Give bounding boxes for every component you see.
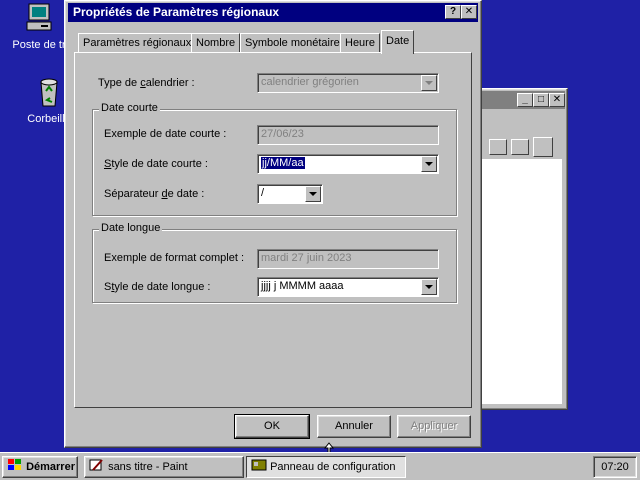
date-separator-combo[interactable]: /: [257, 184, 323, 204]
ok-button[interactable]: OK: [234, 414, 310, 439]
paint-icon: [89, 459, 103, 471]
taskbar-item-control-panel[interactable]: Panneau de configuration: [246, 456, 406, 478]
minimize-button[interactable]: _: [517, 93, 533, 107]
date-separator-label: Séparateur de date :: [104, 188, 205, 200]
close-button[interactable]: ✕: [461, 5, 477, 19]
background-window[interactable]: _ □ ✕: [476, 88, 568, 410]
date-separator-value: /: [261, 187, 265, 199]
view-large-icons-button[interactable]: [489, 139, 507, 155]
calendar-type-value: calendrier grégorien: [261, 76, 359, 88]
chevron-down-icon[interactable]: [421, 279, 437, 295]
tab-regional-settings[interactable]: Paramètres régionaux: [78, 33, 197, 53]
long-date-example-label: Exemple de format complet :: [104, 252, 245, 264]
background-window-titlebar[interactable]: _ □ ✕: [479, 91, 565, 109]
long-date-example-field: mardi 27 juin 2023: [257, 249, 439, 269]
short-date-example-value: 27/06/23: [261, 128, 304, 140]
recycle-bin-icon: [40, 78, 58, 107]
short-date-legend: Date courte: [99, 102, 160, 114]
long-date-style-combo[interactable]: jjjj j MMMM aaaa: [257, 277, 439, 297]
short-date-example-field: 27/06/23: [257, 125, 439, 145]
long-date-style-label: Style de date longue :: [104, 281, 211, 293]
view-list-button[interactable]: [533, 137, 553, 157]
taskbar-clock: 07:20: [593, 456, 637, 478]
close-button[interactable]: ✕: [549, 93, 565, 107]
tab-number[interactable]: Nombre: [191, 33, 241, 53]
calendar-type-label: Type de calendrier :: [98, 77, 195, 89]
long-date-legend: Date longue: [99, 222, 163, 234]
tab-time[interactable]: Heure: [340, 33, 380, 53]
short-date-style-combo[interactable]: jj/MM/aa: [257, 154, 439, 174]
chevron-down-icon[interactable]: [305, 186, 321, 202]
long-date-example-value: mardi 27 juin 2023: [261, 252, 352, 264]
short-date-style-label: Style de date courte :: [104, 158, 208, 170]
short-date-example-label: Exemple de date courte :: [104, 128, 227, 140]
date-tab-panel: Type de calendrier : calendrier grégorie…: [74, 52, 472, 408]
start-label: Démarrer: [26, 461, 75, 473]
apply-button[interactable]: Appliquer: [397, 415, 471, 438]
taskbar-item-label: sans titre - Paint: [108, 461, 188, 473]
chevron-down-icon[interactable]: [421, 75, 437, 91]
control-panel-icon: [251, 459, 267, 471]
computer-icon: [26, 3, 52, 31]
short-date-style-value: jj/MM/aa: [261, 157, 305, 169]
chevron-down-icon[interactable]: [421, 156, 437, 172]
help-button[interactable]: ?: [445, 5, 461, 19]
tab-currency[interactable]: Symbole monétaire: [240, 33, 345, 53]
taskbar-item-paint[interactable]: sans titre - Paint: [84, 456, 244, 478]
background-window-content: [482, 159, 562, 404]
cancel-button[interactable]: Annuler: [317, 415, 391, 438]
taskbar: Démarrer sans titre - Paint Panneau de c…: [0, 452, 640, 480]
regional-settings-dialog: Propriétés de Paramètres régionaux ? ✕ P…: [64, 0, 482, 448]
maximize-button[interactable]: □: [533, 93, 549, 107]
windows-logo-icon: [8, 459, 21, 470]
dialog-titlebar[interactable]: Propriétés de Paramètres régionaux: [68, 3, 478, 22]
taskbar-item-label: Panneau de configuration: [270, 461, 396, 473]
tab-date[interactable]: Date: [381, 30, 415, 54]
start-button[interactable]: Démarrer: [2, 456, 78, 478]
view-small-icons-button[interactable]: [511, 139, 529, 155]
calendar-type-select[interactable]: calendrier grégorien: [257, 73, 439, 93]
long-date-style-value: jjjj j MMMM aaaa: [261, 280, 344, 292]
dialog-title: Propriétés de Paramètres régionaux: [73, 5, 280, 19]
